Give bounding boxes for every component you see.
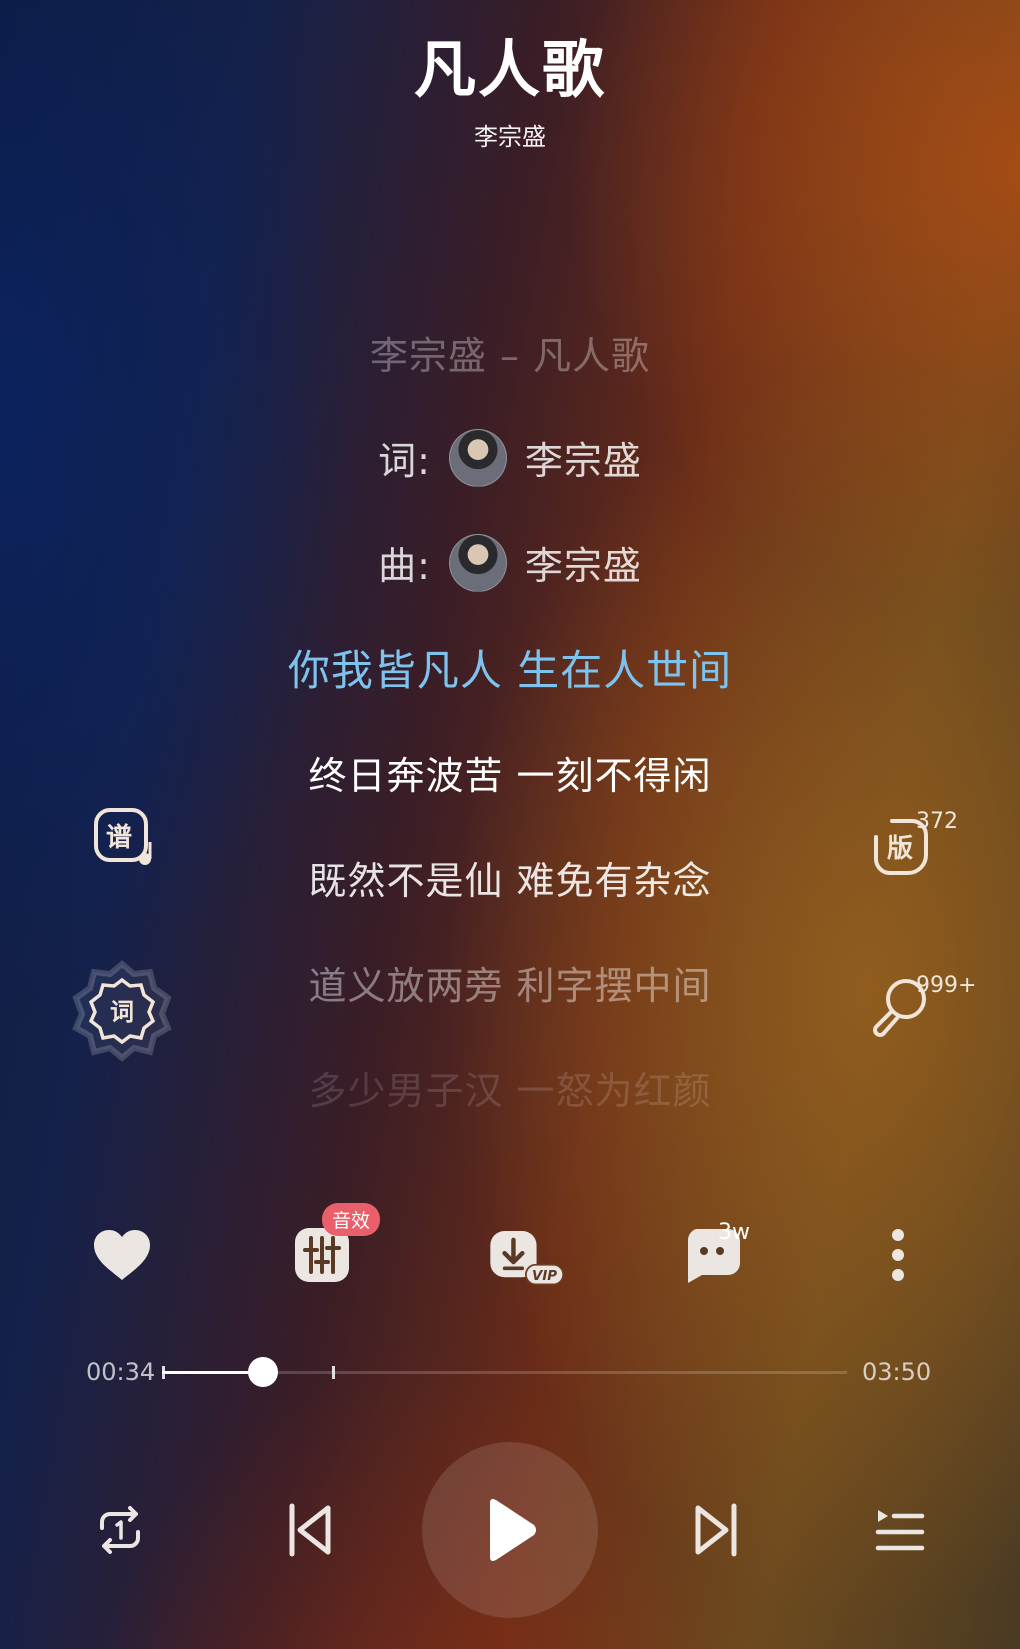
- progress-track[interactable]: [162, 1357, 847, 1387]
- song-title: 凡人歌: [413, 33, 606, 106]
- version-icon-label: 版: [886, 834, 913, 864]
- composer-name[interactable]: 李宗盛: [525, 535, 642, 590]
- playback-controls: [0, 1440, 1020, 1620]
- current-lyric-line[interactable]: 你我皆凡人 生在人世间: [0, 615, 1020, 720]
- karaoke-count: 999+: [916, 973, 977, 998]
- playlist-button[interactable]: [870, 1500, 930, 1560]
- song-header: 凡人歌 李宗盛: [0, 30, 1020, 152]
- lyricist-credit: 词: 李宗盛: [0, 405, 1020, 510]
- previous-icon: [289, 1503, 331, 1557]
- heart-icon: [94, 1230, 150, 1280]
- like-button[interactable]: [82, 1215, 162, 1295]
- lyrics-mode-button[interactable]: 词: [70, 958, 174, 1062]
- progress-bar[interactable]: 00:34 03:50: [0, 1352, 1020, 1392]
- next-button[interactable]: [684, 1498, 748, 1562]
- next-icon: [695, 1503, 737, 1557]
- lyrics-header: 李宗盛 – 凡人歌: [369, 334, 651, 378]
- version-count: 372: [916, 809, 958, 834]
- play-button[interactable]: [422, 1442, 598, 1618]
- composer-credit: 曲: 李宗盛: [0, 510, 1020, 615]
- lyricist-avatar[interactable]: [448, 428, 507, 487]
- composer-label: 曲:: [378, 544, 431, 588]
- artist-name[interactable]: 李宗盛: [0, 117, 1020, 152]
- current-time: 00:34: [86, 1358, 156, 1386]
- comment-count: 3w: [718, 1220, 750, 1245]
- play-icon: [490, 1499, 536, 1561]
- highlight-marker: [332, 1366, 335, 1379]
- total-time: 03:50: [862, 1358, 932, 1386]
- repeat-one-icon: [100, 1506, 140, 1554]
- lyricist-name[interactable]: 李宗盛: [525, 430, 642, 485]
- lyricist-label: 词:: [378, 439, 431, 483]
- download-icon: VIP: [490, 1231, 565, 1286]
- more-options-button[interactable]: [858, 1215, 938, 1295]
- score-icon: 谱: [94, 808, 152, 865]
- download-button[interactable]: VIP: [485, 1215, 565, 1295]
- score-button[interactable]: 谱: [90, 804, 156, 870]
- repeat-one-button[interactable]: [90, 1500, 150, 1560]
- composer-avatar[interactable]: [448, 533, 507, 592]
- action-bar: VIP: [0, 1215, 1020, 1295]
- progress-knob[interactable]: [248, 1357, 279, 1387]
- previous-button[interactable]: [278, 1498, 342, 1562]
- playlist-icon: [875, 1510, 925, 1551]
- score-icon-label: 谱: [106, 822, 132, 853]
- lyrics-mode-label: 词: [110, 998, 134, 1026]
- more-vertical-icon: [892, 1229, 904, 1281]
- download-vip-badge: VIP: [532, 1269, 557, 1284]
- sound-effects-badge: 音效: [322, 1203, 381, 1236]
- lyrics-mode-icon: 词: [72, 960, 172, 1062]
